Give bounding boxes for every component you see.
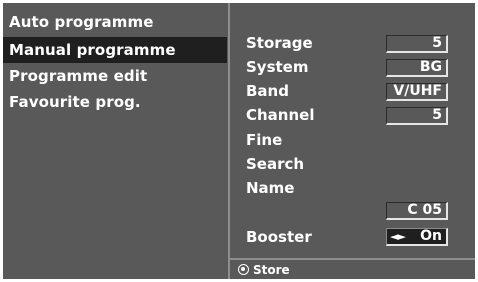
channel-label: Channel xyxy=(246,106,315,124)
booster-value-text: On xyxy=(420,228,442,244)
fine-label[interactable]: Fine xyxy=(246,129,282,151)
store-label: Store xyxy=(253,263,290,277)
menu-item-programme-edit[interactable]: Programme edit xyxy=(3,63,227,89)
booster-value[interactable]: ◄► On xyxy=(386,228,448,246)
manual-programme-panel: Storage 5 System BG Band V/UHF Channel 5… xyxy=(230,3,475,279)
menu-item-favourite-prog[interactable]: Favourite prog. xyxy=(3,89,227,115)
search-label[interactable]: Search xyxy=(246,153,304,175)
footer-divider xyxy=(230,258,475,260)
setup-menu: Auto programme Manual programme Programm… xyxy=(3,3,227,279)
band-value[interactable]: V/UHF xyxy=(386,83,448,101)
system-value[interactable]: BG xyxy=(386,59,448,77)
storage-label: Storage xyxy=(246,34,313,52)
channel-value[interactable]: 5 xyxy=(386,107,448,125)
left-right-arrows-icon: ◄► xyxy=(390,230,406,243)
booster-label: Booster xyxy=(246,228,312,246)
store-hint[interactable]: Store xyxy=(238,262,290,278)
name-label: Name xyxy=(246,179,295,197)
tv-setup-screen: Auto programme Manual programme Programm… xyxy=(3,3,475,279)
name-value[interactable]: C 05 xyxy=(386,202,448,220)
menu-item-auto-programme[interactable]: Auto programme xyxy=(3,9,227,35)
store-icon xyxy=(238,264,249,275)
band-label: Band xyxy=(246,82,289,100)
menu-item-manual-programme[interactable]: Manual programme xyxy=(3,37,227,63)
system-label: System xyxy=(246,58,309,76)
storage-value[interactable]: 5 xyxy=(386,35,448,53)
